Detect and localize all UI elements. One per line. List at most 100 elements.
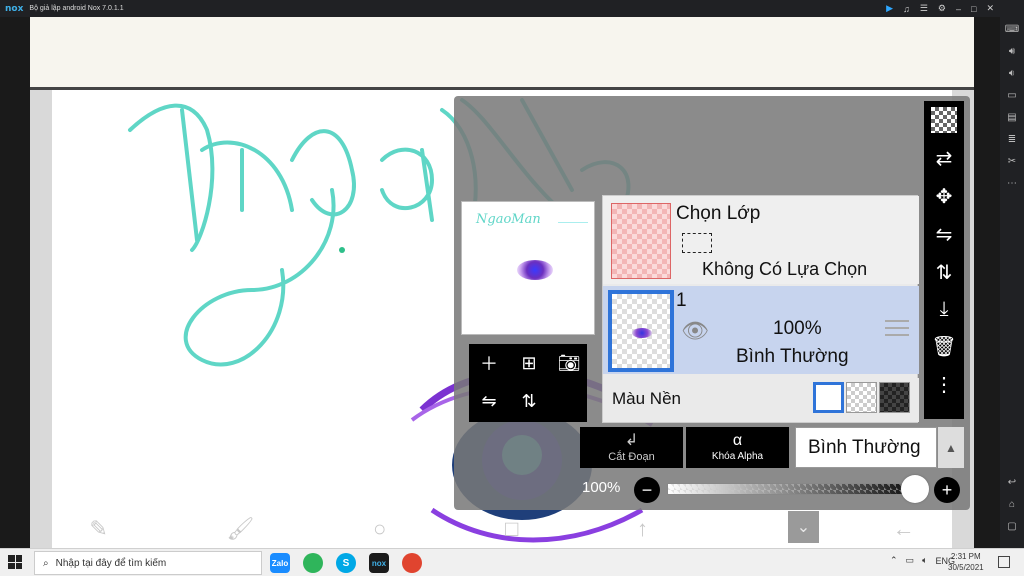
transfer-icon[interactable]: ⇄ <box>936 146 953 171</box>
apk-icon[interactable]: ▤ <box>1007 112 1016 123</box>
layer-thumbnail <box>608 290 674 372</box>
arrow-up-icon[interactable]: ↑ <box>637 516 648 542</box>
nox-app-icon[interactable]: nox <box>369 553 389 573</box>
screen-icon[interactable]: ▭ <box>1007 90 1016 101</box>
transparency-icon[interactable] <box>931 107 957 133</box>
selection-layer-name: Chọn Lớp <box>676 203 761 224</box>
trash-icon[interactable]: 🗑︎ <box>931 334 956 359</box>
windows-taskbar: ⌕ Nhập tại đây để tìm kiếm Zalo S nox ⌃ … <box>0 548 1024 576</box>
search-icon: ⌕ <box>43 557 49 569</box>
move-icon[interactable]: ✥ <box>936 184 953 209</box>
chevron-up-icon[interactable]: ⌃ <box>890 555 898 566</box>
flip-horizontal-icon[interactable]: ⇋ <box>936 222 953 247</box>
nox-logo: nox <box>5 3 24 14</box>
visibility-eye-icon[interactable]: 👁︎ <box>681 318 709 344</box>
play-icon[interactable]: ▶ <box>886 3 893 14</box>
alpha-lock-button[interactable]: α Khóa Alpha <box>686 427 789 468</box>
arrow-left-icon[interactable]: ← <box>893 516 915 542</box>
selection-layer[interactable]: Chọn Lớp Không Có Lựa Chọn <box>603 196 919 284</box>
brush-icon[interactable]: 🖌︎ <box>226 516 254 542</box>
clipping-label: Cắt Đoạn <box>608 450 655 463</box>
flip-vertical-icon[interactable]: ⇅ <box>936 260 953 285</box>
circle-icon[interactable]: ○ <box>373 516 386 542</box>
background-transparent-swatch[interactable] <box>846 382 877 413</box>
chevron-up-icon[interactable]: ▲ <box>938 427 964 468</box>
app-top-area <box>30 17 974 87</box>
square-icon[interactable]: □ <box>505 516 518 542</box>
bottom-toolbar: ✎ 🖌︎ ○ □ ↑ · ← <box>30 510 974 548</box>
flip-horizontal-icon[interactable]: ⇋ <box>469 382 509 420</box>
clip-arrow-icon: ↲ <box>624 431 639 449</box>
opacity-label: 100% <box>582 479 621 496</box>
clock-time: 2:31 PM <box>950 552 981 561</box>
minimize-icon[interactable]: – <box>956 4 961 14</box>
camera-icon[interactable]: 📷︎ <box>549 344 589 382</box>
scissors-icon[interactable]: ✂ <box>1008 156 1016 167</box>
opacity-plus-button[interactable]: + <box>934 477 960 503</box>
background-white-swatch[interactable] <box>813 382 844 413</box>
keyboard-icon[interactable]: ⌨ <box>1005 24 1019 35</box>
collapse-icon[interactable]: ⌄ <box>788 511 819 543</box>
selection-dashed-icon <box>682 233 712 253</box>
windows-start-icon[interactable] <box>8 555 22 569</box>
search-placeholder: Nhập tại đây để tìm kiếm <box>55 557 167 569</box>
recent-apps-icon[interactable]: ▢ <box>1007 521 1016 532</box>
selection-layer-description: Không Có Lựa Chọn <box>702 259 868 279</box>
layer-list: Chọn Lớp Không Có Lựa Chọn 1 👁︎ 100% Bìn… <box>602 195 919 423</box>
volume-up-icon[interactable]: 🔊︎ <box>1009 46 1015 57</box>
desktop: nox Bộ giả lập android Nox 7.0.1.1 ▶ ♫ ☰… <box>0 0 1024 576</box>
thumbnail-text: NgaoMan <box>476 212 541 227</box>
network-icon[interactable]: ▭ <box>906 555 915 566</box>
blend-mode-select[interactable]: Bình Thường <box>795 427 937 468</box>
opacity-slider-knob[interactable] <box>901 475 929 503</box>
close-icon[interactable]: ✕ <box>986 3 994 14</box>
headphones-icon[interactable]: ♫ <box>903 4 910 14</box>
color-dot <box>339 247 345 253</box>
clock[interactable]: 2:31 PM 30/5/2021 <box>948 551 984 573</box>
more-icon[interactable]: ⋯ <box>1007 178 1017 189</box>
canvas-thumbnail[interactable]: NgaoMan <box>461 201 595 335</box>
stack-icon[interactable]: ≣ <box>1008 134 1016 145</box>
back-icon[interactable]: ↩ <box>1008 477 1016 488</box>
zalo-app-icon[interactable]: Zalo <box>270 553 290 573</box>
layer-tools-column: ⇄ ✥ ⇋ ⇅ ⤓ 🗑︎ ⋮ <box>924 101 964 419</box>
opacity-slider[interactable] <box>667 483 929 495</box>
alpha-lock-label: Khóa Alpha <box>711 451 764 462</box>
gear-icon[interactable]: ⚙ <box>938 3 946 14</box>
title-bar-controls: ▶ ♫ ☰ ⚙ – □ ✕ <box>886 0 994 17</box>
add-layer-icon[interactable]: ＋ <box>469 344 509 382</box>
emulator-title-bar: nox Bộ giả lập android Nox 7.0.1.1 ▶ ♫ ☰… <box>0 0 1000 17</box>
thumbnail-line <box>558 222 588 223</box>
skype-app-icon[interactable]: S <box>336 553 356 573</box>
emulator-sidebar: ⌨ 🔊︎ 🔉︎ ▭ ▤ ≣ ✂ ⋯ ↩ ⌂ ▢ <box>1000 0 1024 548</box>
layer-blend-mode: Bình Thường <box>736 346 849 367</box>
merge-down-icon[interactable]: ⤓ <box>940 298 949 321</box>
layer-number: 1 <box>676 290 687 311</box>
photos-app-icon[interactable] <box>303 553 323 573</box>
system-tray: ⌃ ▭ 🔈︎ ENG <box>890 555 955 566</box>
window-title: Bộ giả lập android Nox 7.0.1.1 <box>29 5 124 12</box>
layer-row[interactable]: 1 👁︎ 100% Bình Thường <box>603 286 919 374</box>
thumbnail-tools: ＋ ⊞ 📷︎ ⇋ ⇅ <box>469 344 587 422</box>
background-color-row: Màu Nền <box>603 378 919 422</box>
flip-vertical-icon[interactable]: ⇅ <box>509 382 549 420</box>
android-screen: NgaoMan ＋ ⊞ 📷︎ ⇋ ⇅ Chọn Lớp Không Có Lựa… <box>30 17 974 548</box>
restore-icon[interactable]: □ <box>971 4 976 14</box>
home-icon[interactable]: ⌂ <box>1009 499 1015 510</box>
volume-down-icon[interactable]: 🔉︎ <box>1009 68 1015 79</box>
thumbnail-eye <box>517 260 553 280</box>
background-label: Màu Nền <box>612 389 681 408</box>
notification-icon[interactable] <box>998 556 1010 568</box>
drag-handle-icon[interactable] <box>885 320 909 336</box>
menu-icon[interactable]: ☰ <box>920 3 928 14</box>
add-copy-layer-icon[interactable]: ⊞ <box>509 344 549 382</box>
selection-layer-thumbnail <box>611 203 671 279</box>
opacity-minus-button[interactable]: − <box>634 477 660 503</box>
volume-icon[interactable]: 🔈︎ <box>922 555 927 566</box>
more-vertical-icon[interactable]: ⋮ <box>934 372 954 397</box>
background-dark-swatch[interactable] <box>879 382 910 413</box>
clipping-button[interactable]: ↲ Cắt Đoạn <box>580 427 683 468</box>
chrome-app-icon[interactable] <box>402 553 422 573</box>
taskbar-search[interactable]: ⌕ Nhập tại đây để tìm kiếm <box>34 551 262 575</box>
eraser-icon[interactable]: ✎ <box>89 516 107 542</box>
